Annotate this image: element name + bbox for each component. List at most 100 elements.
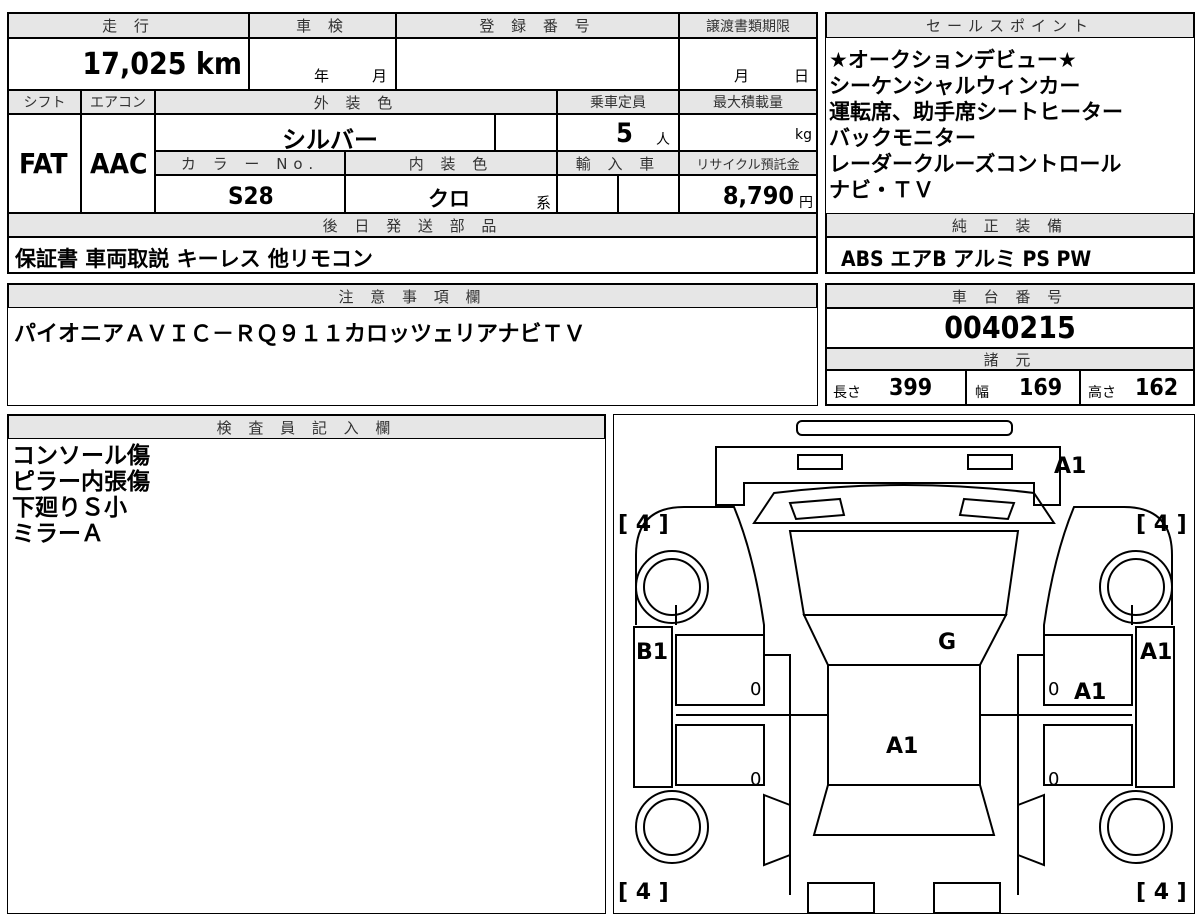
zero-mark: 0 bbox=[1048, 769, 1059, 790]
front-bumper-strip bbox=[796, 420, 1013, 436]
zero-mark: 0 bbox=[750, 679, 761, 700]
chassis-number: 0040215 bbox=[944, 310, 1076, 346]
width-value: 169 bbox=[1019, 375, 1063, 401]
pillar-front bbox=[802, 614, 1008, 666]
height-label: 高さ bbox=[1088, 385, 1116, 401]
exterior-color-extra-cell bbox=[495, 114, 557, 151]
shift-value: FAT bbox=[19, 147, 68, 180]
zero-mark: 0 bbox=[1048, 679, 1059, 700]
damage-mark-right-door: A1 bbox=[1074, 680, 1106, 705]
car-body-diagram: [ 4 ] [ 4 ] [ 4 ] [ 4 ] A1 B1 A1 G A1 A1… bbox=[618, 420, 1187, 913]
equipment-value: ABS エアB アルミ PS PW bbox=[841, 247, 1092, 271]
import-cell-right bbox=[618, 175, 679, 213]
tire-rear-right bbox=[1099, 790, 1173, 864]
tire-front-right-inner bbox=[1107, 558, 1165, 616]
mileage-header: 走 行 bbox=[8, 13, 249, 38]
transfer-deadline-cell: 月 日 bbox=[679, 38, 817, 90]
length-cell: 長さ 399 bbox=[826, 370, 966, 405]
sales-point-line: レーダークルーズコントロール bbox=[829, 152, 1122, 176]
rear-window bbox=[812, 784, 996, 836]
tire-rear-left bbox=[635, 790, 709, 864]
zero-mark: 0 bbox=[750, 769, 761, 790]
rear-quarter-right bbox=[1017, 793, 1045, 867]
roof bbox=[827, 664, 981, 786]
inspection-month-label: 月 bbox=[372, 67, 388, 85]
hood-vent-right bbox=[958, 497, 1016, 521]
max-load-cell: kg bbox=[679, 114, 817, 151]
chassis-number-cell: 0040215 bbox=[826, 308, 1194, 348]
tire-rear-left-inner bbox=[643, 798, 701, 856]
ac-header: エアコン bbox=[81, 90, 155, 114]
front-light-right bbox=[967, 454, 1013, 470]
inspector-note-line: ピラー内張傷 bbox=[12, 469, 150, 495]
shift-cell: FAT bbox=[8, 114, 81, 213]
ac-cell: AAC bbox=[81, 114, 155, 213]
inspector-header: 検 査 員 記 入 欄 bbox=[8, 415, 605, 439]
color-number-value: S28 bbox=[228, 182, 274, 210]
mileage-value: 17,025 km bbox=[82, 47, 242, 82]
equipment-cell: ABS エアB アルミ PS PW bbox=[826, 237, 1194, 273]
width-cell: 幅 169 bbox=[966, 370, 1080, 405]
chassis-header: 車 台 番 号 bbox=[826, 284, 1194, 308]
rear-quarter-left bbox=[763, 793, 791, 867]
sales-point-header: セールスポイント bbox=[826, 13, 1194, 38]
interior-color-header: 内 装 色 bbox=[345, 151, 557, 175]
front-light-left bbox=[797, 454, 843, 470]
color-number-cell: S28 bbox=[155, 175, 345, 213]
color-number-header: カ ラ ー No. bbox=[155, 151, 345, 175]
car-diagram-box: [ 4 ] [ 4 ] [ 4 ] [ 4 ] A1 B1 A1 G A1 A1… bbox=[613, 414, 1195, 914]
inspector-note-line: コンソール傷 bbox=[12, 443, 150, 469]
interior-color-value: クロ bbox=[428, 187, 470, 211]
shift-header: シフト bbox=[8, 90, 81, 114]
sales-point-line: ナビ・ＴＶ bbox=[829, 178, 934, 202]
tire-front-right bbox=[1099, 550, 1173, 624]
tire-tread-rear-right: [ 4 ] bbox=[1136, 880, 1187, 905]
interior-color-suffix: 系 bbox=[536, 194, 552, 212]
length-label: 長さ bbox=[833, 385, 861, 401]
capacity-cell: 5 人 bbox=[557, 114, 679, 151]
transfer-month-label: 月 bbox=[734, 67, 750, 85]
capacity-header: 乗車定員 bbox=[557, 90, 679, 114]
inspection-year-label: 年 bbox=[314, 67, 330, 85]
rear-bumper-right bbox=[933, 882, 1001, 913]
length-value: 399 bbox=[889, 375, 933, 401]
max-load-unit: kg bbox=[795, 127, 812, 143]
tire-front-left bbox=[635, 550, 709, 624]
notes-text: パイオニアＡＶＩＣ－ＲＱ９１１カロッツェリアナビＴＶ bbox=[14, 322, 586, 347]
exterior-color-value: シルバー bbox=[282, 126, 378, 154]
capacity-unit: 人 bbox=[656, 132, 670, 148]
tire-rear-right-inner bbox=[1107, 798, 1165, 856]
inspector-box: 検 査 員 記 入 欄 コンソール傷 ピラー内張傷 下廻りＳ小 ミラーＡ bbox=[7, 414, 606, 914]
exterior-color-header: 外 装 色 bbox=[155, 90, 557, 114]
recycle-value: 8,790 bbox=[722, 181, 794, 210]
tire-tread-front-left: [ 4 ] bbox=[618, 512, 669, 537]
damage-mark-glass: G bbox=[938, 630, 956, 655]
recycle-cell: 8,790 円 bbox=[679, 175, 817, 213]
sales-point-line: 運転席、助手席シートヒーター bbox=[829, 100, 1123, 124]
rear-bumper-left bbox=[807, 882, 875, 913]
windshield bbox=[788, 530, 1020, 616]
registration-cell bbox=[396, 38, 679, 90]
exterior-color-cell: シルバー bbox=[155, 114, 495, 154]
transfer-deadline-header: 譲渡書類期限 bbox=[679, 13, 817, 38]
recycle-header: リサイクル預託金 bbox=[679, 151, 817, 175]
hood-vent-left bbox=[788, 497, 846, 521]
mileage-cell: 17,025 km bbox=[8, 38, 249, 90]
capacity-value: 5 bbox=[616, 118, 633, 149]
damage-mark-front: A1 bbox=[1054, 454, 1086, 479]
ac-value: AAC bbox=[90, 147, 148, 180]
notes-box: 注 意 事 項 欄 パイオニアＡＶＩＣ－ＲＱ９１１カロッツェリアナビＴＶ bbox=[7, 283, 818, 406]
import-header: 輸 入 車 bbox=[557, 151, 679, 175]
specs-header: 諸 元 bbox=[826, 348, 1194, 370]
max-load-header: 最大積載量 bbox=[679, 90, 817, 114]
inspector-note-line: 下廻りＳ小 bbox=[12, 495, 127, 521]
sales-point-line: ★オークションデビュー★ bbox=[829, 48, 1077, 72]
height-cell: 高さ 162 bbox=[1080, 370, 1194, 405]
height-value: 162 bbox=[1135, 375, 1179, 401]
damage-mark-roof: A1 bbox=[886, 734, 918, 759]
sales-point-line: バックモニター bbox=[829, 126, 976, 150]
inspection-cell: 年 月 bbox=[249, 38, 396, 90]
inspector-note-line: ミラーＡ bbox=[12, 521, 104, 547]
import-cell-left bbox=[557, 175, 618, 213]
transfer-day-label: 日 bbox=[794, 67, 810, 85]
